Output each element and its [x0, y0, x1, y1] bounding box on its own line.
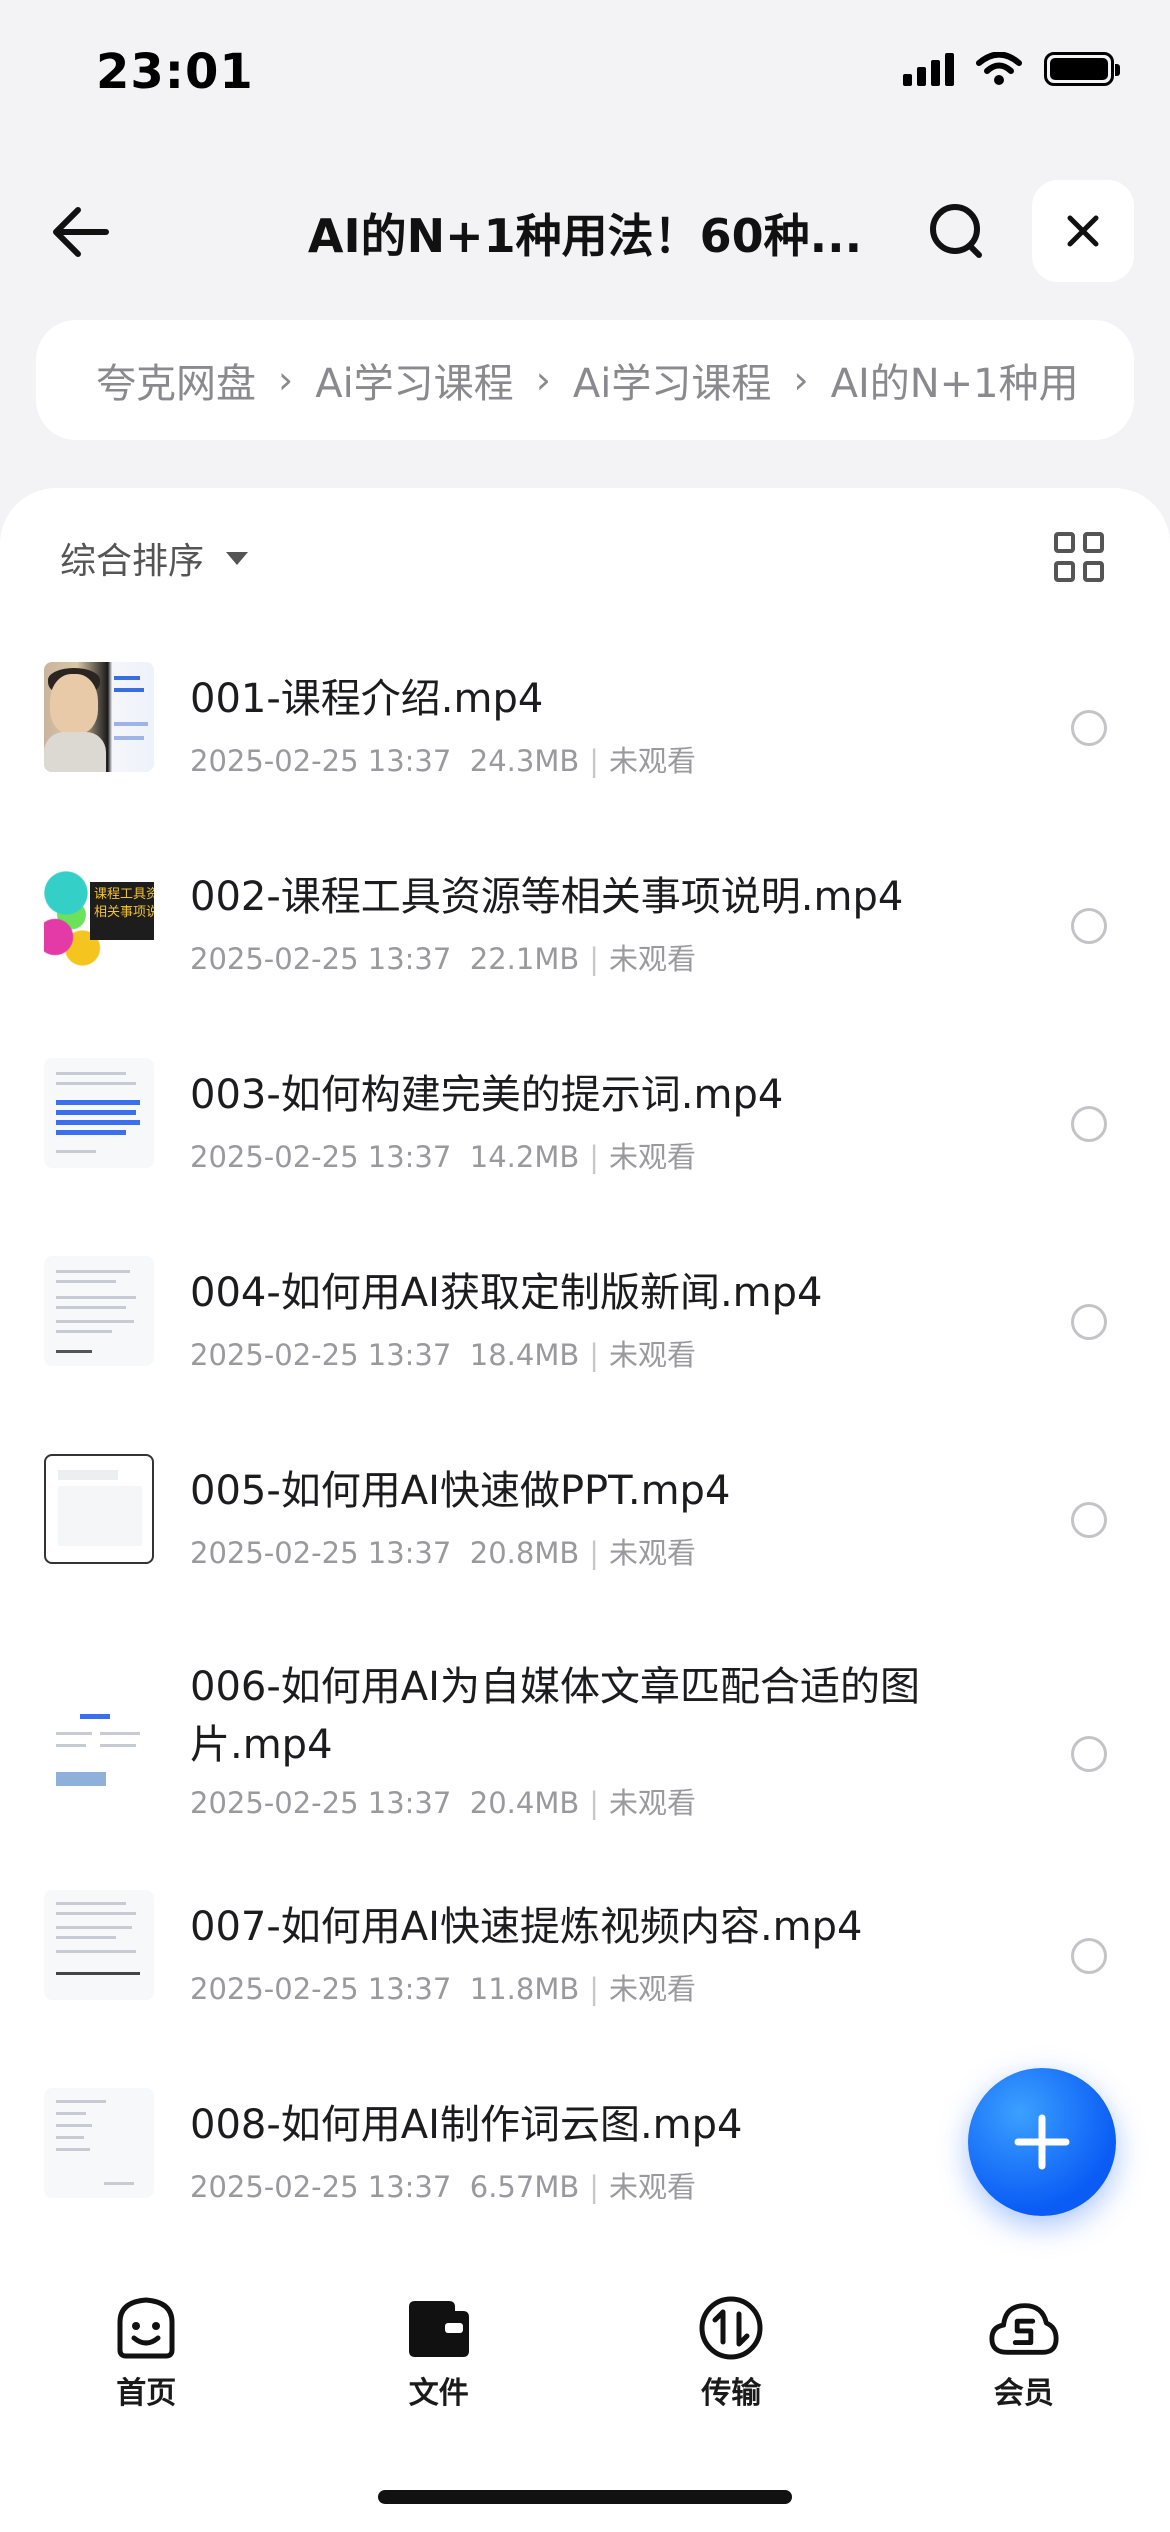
- battery-icon: [1044, 52, 1120, 86]
- list-item[interactable]: 007-如何用AI快速提炼视频内容.mp4 2025-02-25 13:37 1…: [0, 1876, 1170, 2074]
- transfer-icon: [699, 2296, 763, 2360]
- file-name: 002-课程工具资源等相关事项说明.mp4: [190, 874, 904, 920]
- video-thumbnail: 课程工具资 相关事项说: [44, 860, 154, 970]
- video-thumbnail: [44, 1256, 154, 1366]
- file-list: 001-课程介绍.mp4 2025-02-25 13:37 24.3MB | 未观看…: [0, 648, 1170, 2272]
- file-meta: 2025-02-25 13:37 18.4MB | 未观看: [190, 1338, 697, 1372]
- video-thumbnail: [44, 1890, 154, 2000]
- list-item[interactable]: 004-如何用AI获取定制版新闻.mp4 2025-02-25 13:37 18…: [0, 1242, 1170, 1440]
- list-item[interactable]: 001-课程介绍.mp4 2025-02-25 13:37 24.3MB | 未观看: [0, 648, 1170, 846]
- tab-label: 文件: [408, 2376, 469, 2411]
- page-title: AI的N+1种用法！60种...: [307, 209, 863, 263]
- chevron-right-icon: ›: [793, 358, 809, 402]
- close-icon: [1067, 215, 1099, 247]
- select-radio[interactable]: [1071, 1736, 1107, 1772]
- add-button[interactable]: [968, 2068, 1116, 2216]
- breadcrumb: 夸克网盘 › Ai学习课程 › Ai学习课程 › AI的N+1种用: [36, 320, 1134, 440]
- close-button[interactable]: [1032, 180, 1134, 282]
- file-meta: 2025-02-25 13:37 11.8MB | 未观看: [190, 1972, 697, 2006]
- file-meta: 2025-02-25 13:37 20.4MB | 未观看: [190, 1786, 697, 1820]
- status-bar: 23:01: [0, 0, 1170, 150]
- tab-label: 首页: [116, 2376, 177, 2411]
- thumbnail-caption: 课程工具资 相关事项说: [90, 882, 154, 940]
- file-name: 003-如何构建完美的提示词.mp4: [190, 1072, 784, 1118]
- file-meta: 2025-02-25 13:37 22.1MB | 未观看: [190, 942, 697, 976]
- cloud-icon: [989, 2303, 1059, 2355]
- nav-bar: AI的N+1种用法！60种...: [0, 170, 1170, 290]
- tab-transfer[interactable]: 传输: [585, 2280, 878, 2440]
- bottom-tab-bar: 首页 文件 传输 会员: [0, 2280, 1170, 2440]
- file-meta: 2025-02-25 13:37 14.2MB | 未观看: [190, 1140, 697, 1174]
- wifi-icon: [976, 52, 1022, 85]
- sort-dropdown[interactable]: 综合排序: [60, 532, 249, 584]
- chevron-right-icon: ›: [535, 358, 551, 402]
- file-list-panel: 综合排序 001-课程介绍.mp4 2025-02-25 13:37 24.3M…: [0, 488, 1170, 2532]
- back-button[interactable]: [40, 192, 120, 272]
- back-arrow-icon: [53, 207, 109, 257]
- video-thumbnail: [44, 2088, 154, 2198]
- list-item[interactable]: 005-如何用AI快速做PPT.mp4 2025-02-25 13:37 20.…: [0, 1440, 1170, 1638]
- search-button[interactable]: [918, 192, 998, 272]
- folder-icon: [408, 2301, 469, 2357]
- video-thumbnail: [44, 662, 154, 772]
- grid-view-toggle[interactable]: [1054, 532, 1104, 582]
- select-radio[interactable]: [1071, 908, 1107, 944]
- sort-label: 综合排序: [60, 541, 205, 582]
- breadcrumb-item-root[interactable]: 夸克网盘: [96, 351, 256, 409]
- list-item[interactable]: 006-如何用AI为自媒体文章匹配合适的图片.mp4 2025-02-25 13…: [0, 1638, 1170, 1876]
- file-name: 006-如何用AI为自媒体文章匹配合适的图片.mp4: [190, 1664, 920, 1768]
- breadcrumb-item[interactable]: Ai学习课程: [573, 351, 771, 409]
- file-meta: 2025-02-25 13:37 20.8MB | 未观看: [190, 1536, 697, 1570]
- select-radio[interactable]: [1071, 1938, 1107, 1974]
- cellular-signal-icon: [903, 52, 954, 86]
- file-meta: 2025-02-25 13:37 6.57MB | 未观看: [190, 2170, 697, 2204]
- tab-label: 传输: [701, 2376, 762, 2411]
- list-item[interactable]: 003-如何构建完美的提示词.mp4 2025-02-25 13:37 14.2…: [0, 1044, 1170, 1242]
- select-radio[interactable]: [1071, 710, 1107, 746]
- plus-icon: [1014, 2114, 1070, 2170]
- tab-files[interactable]: 文件: [293, 2280, 586, 2440]
- status-icons: [903, 52, 1120, 86]
- file-meta: 2025-02-25 13:37 24.3MB | 未观看: [190, 744, 697, 778]
- file-name: 007-如何用AI快速提炼视频内容.mp4: [190, 1904, 863, 1950]
- video-thumbnail: [44, 1702, 154, 1812]
- grid-view-icon: [1054, 532, 1075, 553]
- tab-label: 会员: [993, 2376, 1054, 2411]
- file-name: 005-如何用AI快速做PPT.mp4: [190, 1468, 731, 1514]
- file-name: 001-课程介绍.mp4: [190, 676, 544, 722]
- home-face-icon: [117, 2297, 175, 2359]
- status-time: 23:01: [96, 44, 254, 100]
- file-name: 008-如何用AI制作词云图.mp4: [190, 2102, 743, 2148]
- breadcrumb-item[interactable]: Ai学习课程: [315, 351, 513, 409]
- select-radio[interactable]: [1071, 1304, 1107, 1340]
- video-thumbnail: [44, 1454, 154, 1564]
- tab-home[interactable]: 首页: [0, 2280, 293, 2440]
- chevron-right-icon: ›: [278, 358, 294, 402]
- tab-membership[interactable]: 会员: [878, 2280, 1170, 2440]
- list-item[interactable]: 课程工具资 相关事项说 002-课程工具资源等相关事项说明.mp4 2025-0…: [0, 846, 1170, 1044]
- breadcrumb-item-current[interactable]: AI的N+1种用: [831, 351, 1079, 409]
- home-indicator: [378, 2490, 792, 2504]
- video-thumbnail: [44, 1058, 154, 1168]
- caret-down-icon: [226, 551, 249, 565]
- search-icon: [930, 204, 982, 258]
- select-radio[interactable]: [1071, 1106, 1107, 1142]
- select-radio[interactable]: [1071, 1502, 1107, 1538]
- file-name: 004-如何用AI获取定制版新闻.mp4: [190, 1270, 823, 1316]
